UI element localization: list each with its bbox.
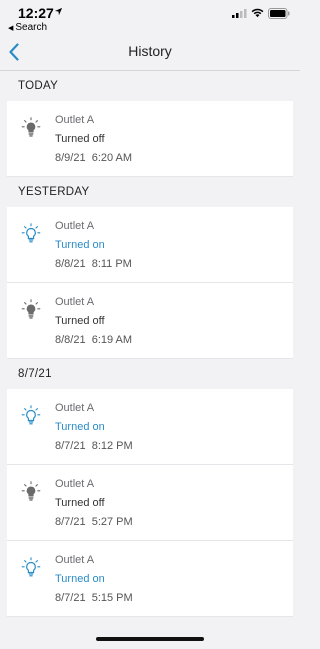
lightbulb-off-icon bbox=[21, 481, 41, 501]
page-title: History bbox=[128, 43, 172, 59]
lightbulb-on-icon bbox=[21, 223, 41, 243]
event-state: Turned on bbox=[55, 573, 105, 585]
device-name: Outlet A bbox=[55, 402, 95, 414]
event-timestamp: 8/9/21 6:20 AM bbox=[55, 152, 133, 164]
device-name: Outlet A bbox=[55, 554, 95, 566]
event-state: Turned on bbox=[55, 421, 105, 433]
history-item[interactable]: Outlet A Turned off 8/8/21 6:19 AM bbox=[7, 283, 293, 359]
navigation-bar: History bbox=[0, 34, 300, 71]
screen: 12:27 ◀ Search History TODAY Outlet A Tu… bbox=[0, 0, 300, 649]
back-triangle-icon: ◀ bbox=[8, 25, 14, 32]
device-name: Outlet A bbox=[55, 296, 95, 308]
section-header-date: 8/7/21 bbox=[18, 368, 52, 380]
device-name: Outlet A bbox=[55, 114, 95, 126]
event-state: Turned off bbox=[55, 133, 105, 145]
location-arrow-icon bbox=[54, 7, 63, 16]
event-state: Turned off bbox=[55, 497, 105, 509]
device-name: Outlet A bbox=[55, 478, 95, 490]
event-timestamp: 8/7/21 5:27 PM bbox=[55, 516, 133, 528]
event-timestamp: 8/7/21 8:12 PM bbox=[55, 440, 133, 452]
wifi-icon bbox=[251, 8, 264, 18]
event-state: Turned off bbox=[55, 315, 105, 327]
history-list: TODAY Outlet A Turned off 8/9/21 6:20 AM… bbox=[0, 71, 300, 617]
history-item[interactable]: Outlet A Turned off 8/7/21 5:27 PM bbox=[7, 465, 293, 541]
event-timestamp: 8/7/21 5:15 PM bbox=[55, 592, 133, 604]
status-bar: 12:27 ◀ Search bbox=[0, 0, 300, 34]
history-item[interactable]: Outlet A Turned on 8/7/21 8:12 PM bbox=[7, 389, 293, 465]
event-timestamp: 8/8/21 6:19 AM bbox=[55, 334, 133, 346]
history-item[interactable]: Outlet A Turned on 8/8/21 8:11 PM bbox=[7, 207, 293, 283]
battery-icon bbox=[268, 8, 290, 19]
lightbulb-off-icon bbox=[21, 299, 41, 319]
event-state: Turned on bbox=[55, 239, 105, 251]
history-item[interactable]: Outlet A Turned on 8/7/21 5:15 PM bbox=[7, 541, 293, 617]
status-time: 12:27 bbox=[18, 5, 54, 21]
lightbulb-on-icon bbox=[21, 557, 41, 577]
section-header-yesterday: YESTERDAY bbox=[18, 186, 90, 198]
section-header-today: TODAY bbox=[18, 80, 59, 92]
home-indicator bbox=[96, 637, 204, 641]
event-timestamp: 8/8/21 8:11 PM bbox=[55, 258, 132, 270]
history-item[interactable]: Outlet A Turned off 8/9/21 6:20 AM bbox=[7, 101, 293, 177]
lightbulb-on-icon bbox=[21, 405, 41, 425]
back-to-app-link[interactable]: ◀ Search bbox=[8, 22, 47, 33]
lightbulb-off-icon bbox=[21, 117, 41, 137]
device-name: Outlet A bbox=[55, 220, 95, 232]
cellular-signal-icon bbox=[232, 9, 247, 18]
back-to-app-label: Search bbox=[15, 22, 48, 33]
